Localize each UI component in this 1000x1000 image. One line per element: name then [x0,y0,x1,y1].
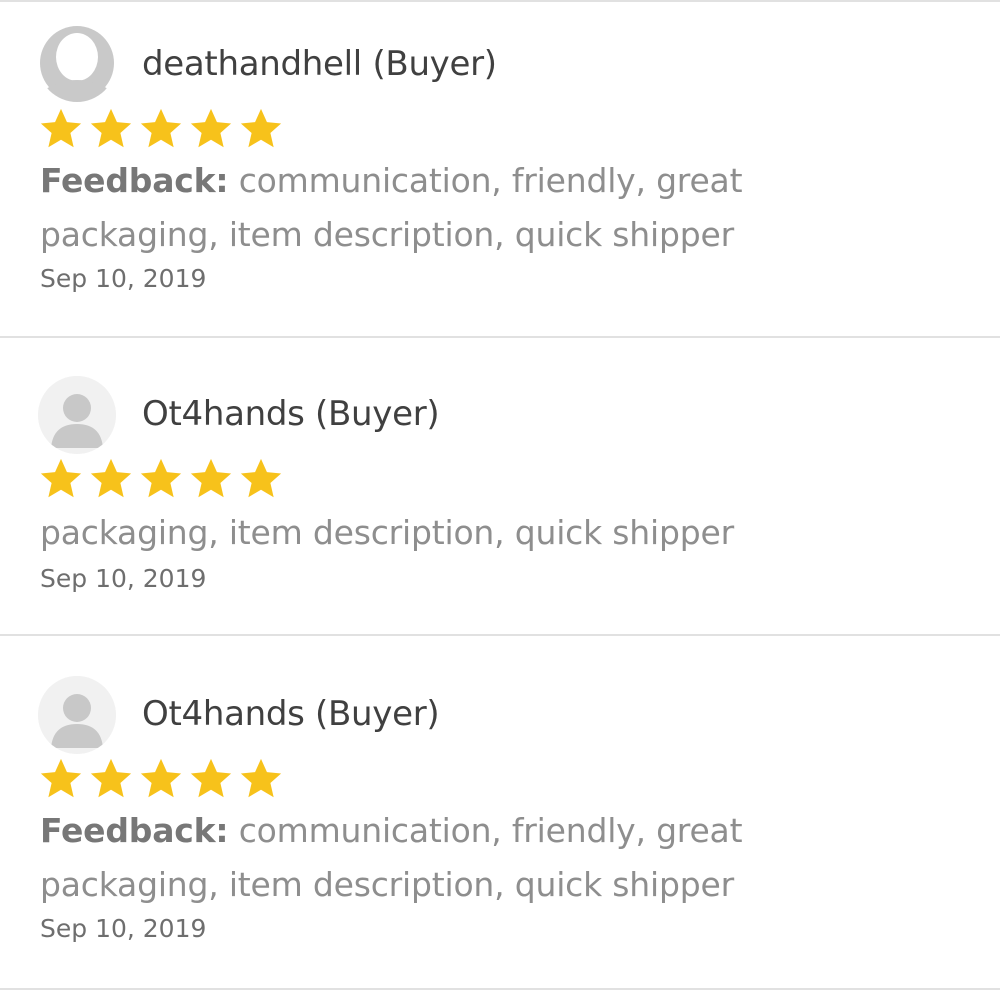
reviewer-name[interactable]: Ot4hands (Buyer) [142,694,440,734]
review-item-2: Ot4hands (Buyer) packaging, item descrip… [0,338,1000,634]
star-icon [140,458,182,498]
user-outline-icon[interactable] [38,24,116,102]
star-icon [190,758,232,798]
star-icon [90,758,132,798]
review-item-3: Ot4hands (Buyer) Feedback: communication… [0,636,1000,988]
star-rating [38,106,284,152]
star-icon [40,458,82,498]
review-date: Sep 10, 2019 [40,264,207,293]
star-icon [240,458,282,498]
feedback-label: Feedback: [40,161,229,200]
feedback-line: Feedback: communication, friendly, great [40,154,840,208]
star-icon [190,108,232,148]
reviewer-name[interactable]: deathandhell (Buyer) [142,44,497,84]
feedback-text: Feedback: communication, friendly, great… [40,804,840,912]
star-icon [190,458,232,498]
star-icon [140,108,182,148]
user-silhouette-icon[interactable] [38,676,116,754]
bottom-divider [0,988,1000,990]
feedback-label: Feedback: [40,811,229,850]
star-icon [240,758,282,798]
review-date: Sep 10, 2019 [40,564,207,593]
star-icon [90,458,132,498]
star-icon [40,108,82,148]
user-silhouette-icon[interactable] [38,376,116,454]
feedback-text: packaging, item description, quick shipp… [40,506,840,560]
review-date: Sep 10, 2019 [40,914,207,943]
reviewer-name[interactable]: Ot4hands (Buyer) [142,394,440,434]
star-icon [140,758,182,798]
star-icon [90,108,132,148]
feedback-tags: communication, friendly, great [238,161,743,200]
star-icon [240,108,282,148]
feedback-line: packaging, item description, quick shipp… [40,513,734,552]
feedback-line: packaging, item description, quick shipp… [40,215,734,254]
feedback-line: Feedback: communication, friendly, great [40,804,840,858]
feedback-tags: communication, friendly, great [238,811,743,850]
star-rating [38,456,284,502]
star-icon [40,758,82,798]
reviews-page: deathandhell (Buyer) Feedback: communica… [0,0,1000,1000]
review-item-1: deathandhell (Buyer) Feedback: communica… [0,0,1000,336]
star-rating [38,756,284,802]
feedback-line: packaging, item description, quick shipp… [40,865,734,904]
feedback-text: Feedback: communication, friendly, great… [40,154,840,262]
